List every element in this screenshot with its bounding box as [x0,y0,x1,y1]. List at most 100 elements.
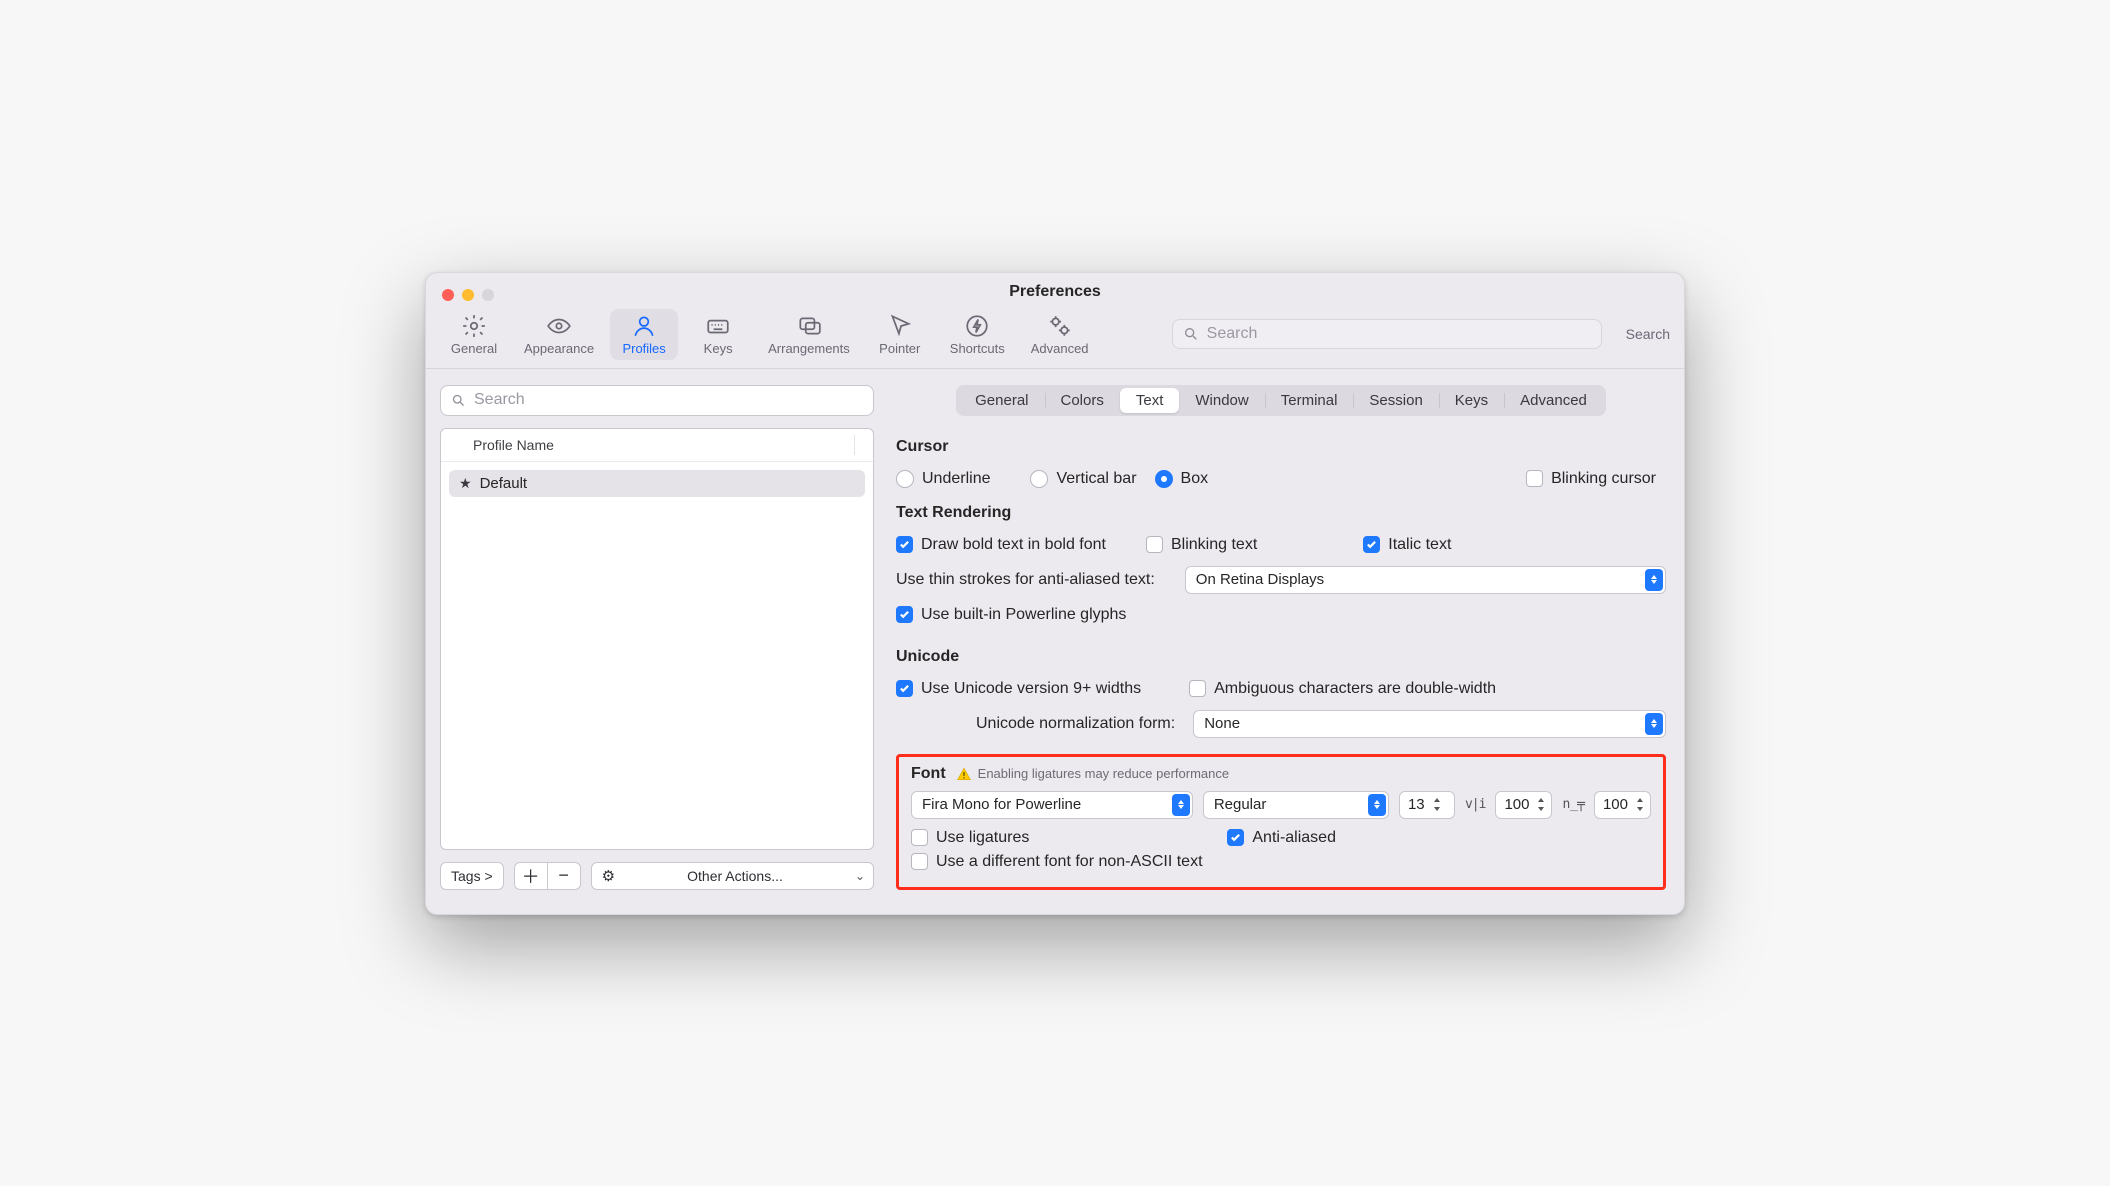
cursor-box-radio[interactable]: Box [1155,470,1209,488]
section-unicode-title: Unicode [896,648,1666,666]
section-rendering-title: Text Rendering [896,504,1666,522]
italic-text-checkbox[interactable]: Italic text [1363,536,1451,554]
radio-label: Vertical bar [1056,470,1136,488]
select-value: Fira Mono for Powerline [922,796,1081,813]
toolbar-search-label: Search [1626,326,1670,342]
bolt-icon [964,315,990,337]
tags-button[interactable]: Tags > [440,862,504,890]
draw-bold-checkbox[interactable]: Draw bold text in bold font [896,536,1106,554]
use-ligatures-checkbox[interactable]: Use ligatures [911,829,1029,847]
toolbar-arrangements[interactable]: Arrangements [758,309,860,360]
checkbox-label: Draw bold text in bold font [921,536,1106,554]
horizontal-spacing-stepper[interactable]: 100 [1495,791,1552,819]
ambiguous-width-checkbox[interactable]: Ambiguous characters are double-width [1189,680,1496,698]
profiles-search-input[interactable]: Search [440,385,874,416]
unicode-v9-checkbox[interactable]: Use Unicode version 9+ widths [896,680,1141,698]
main-area: Search Profile Name ★ Default Tags > ＋ − [426,369,1684,914]
thin-strokes-select[interactable]: On Retina Displays [1185,566,1666,594]
profile-tab-terminal[interactable]: Terminal [1265,388,1354,413]
nonascii-font-checkbox[interactable]: Use a different font for non-ASCII text [911,853,1203,871]
toolbar-label: General [451,341,497,356]
checkbox-label: Blinking cursor [1551,470,1656,488]
hspacing-icon: v|i [1465,797,1485,812]
unicode-norm-label: Unicode normalization form: [976,715,1175,733]
gears-icon [1047,315,1073,337]
cursor-vertical-bar-radio[interactable]: Vertical bar [1030,470,1136,488]
profile-row-default[interactable]: ★ Default [449,470,865,497]
gear-small-icon: ⚙︎ [602,867,615,885]
tags-label: Tags > [451,868,493,884]
other-actions-label: Other Actions... [687,868,783,884]
select-value: None [1204,715,1240,732]
search-placeholder: Search [1207,325,1258,343]
preferences-window: Preferences General Appearance Profiles … [425,272,1685,915]
profiles-actions: Tags > ＋ − ⚙︎ Other Actions... ⌄ [440,862,874,890]
chevron-down-icon: ⌄ [855,869,865,883]
select-value: Regular [1214,796,1267,813]
toolbar-profiles[interactable]: Profiles [610,309,678,360]
profiles-sidebar: Search Profile Name ★ Default Tags > ＋ − [440,385,874,890]
unicode-norm-select[interactable]: None [1193,710,1666,738]
section-font-title: Font [911,765,946,783]
profiles-column-header[interactable]: Profile Name [441,429,873,462]
anti-aliased-checkbox[interactable]: Anti-aliased [1227,829,1336,847]
radio-label: Underline [922,470,990,488]
remove-profile-button[interactable]: − [547,863,580,889]
vspacing-icon: n̲╤ [1562,797,1583,812]
toolbar-label: Pointer [879,341,920,356]
eye-icon [546,315,572,337]
toolbar-label: Arrangements [768,341,850,356]
profile-tabbar: General Colors Text Window Terminal Sess… [956,385,1606,416]
profile-tab-session[interactable]: Session [1353,388,1438,413]
checkbox-label: Italic text [1388,536,1451,554]
warning-icon [956,767,972,781]
minimize-window-button[interactable] [462,289,474,301]
toolbar-advanced[interactable]: Advanced [1021,309,1099,360]
toolbar-pointer[interactable]: Pointer [866,309,934,360]
add-profile-button[interactable]: ＋ [515,863,547,889]
toolbar-label: Appearance [524,341,594,356]
font-size-stepper[interactable]: 13 [1399,791,1455,819]
font-style-select[interactable]: Regular [1203,791,1389,819]
toolbar-label: Keys [704,341,733,356]
toolbar-label: Advanced [1031,341,1089,356]
checkbox-label: Blinking text [1171,536,1257,554]
toolbar-keys[interactable]: Keys [684,309,752,360]
stepper-value: 100 [1504,796,1529,813]
blinking-text-checkbox[interactable]: Blinking text [1146,536,1257,554]
section-cursor-title: Cursor [896,438,1666,456]
profile-tab-advanced[interactable]: Advanced [1504,388,1603,413]
profile-tab-keys[interactable]: Keys [1439,388,1504,413]
vertical-spacing-stepper[interactable]: 100 [1594,791,1651,819]
updown-icon [1368,794,1386,816]
traffic-lights [442,289,494,301]
toolbar-search-input[interactable]: Search [1172,319,1602,349]
toolbar-shortcuts[interactable]: Shortcuts [940,309,1015,360]
profiles-search-placeholder: Search [474,391,525,409]
checkbox-label: Ambiguous characters are double-width [1214,680,1496,698]
toolbar-appearance[interactable]: Appearance [514,309,604,360]
font-section-highlighted: Font Enabling ligatures may reduce perfo… [896,754,1666,890]
powerline-glyphs-checkbox[interactable]: Use built-in Powerline glyphs [896,606,1126,624]
checkbox-label: Use Unicode version 9+ widths [921,680,1141,698]
close-window-button[interactable] [442,289,454,301]
checkbox-label: Use ligatures [936,829,1029,847]
ligature-warning: Enabling ligatures may reduce performanc… [956,766,1229,781]
other-actions-dropdown[interactable]: ⚙︎ Other Actions... ⌄ [591,862,874,890]
toolbar-search-area: Search Search [1172,309,1670,360]
keyboard-icon [705,315,731,337]
zoom-window-button[interactable] [482,289,494,301]
cursor-underline-radio[interactable]: Underline [896,470,990,488]
stepper-value: 13 [1408,796,1425,813]
select-value: On Retina Displays [1196,571,1324,588]
person-icon [631,315,657,337]
profile-tab-colors[interactable]: Colors [1045,388,1120,413]
profile-tab-window[interactable]: Window [1179,388,1264,413]
blinking-cursor-checkbox[interactable]: Blinking cursor [1526,470,1656,488]
toolbar-general[interactable]: General [440,309,508,360]
profile-tab-text[interactable]: Text [1120,388,1180,413]
font-family-select[interactable]: Fira Mono for Powerline [911,791,1193,819]
warning-text: Enabling ligatures may reduce performanc… [978,766,1229,781]
profile-tab-general[interactable]: General [959,388,1044,413]
checkbox-label: Anti-aliased [1252,829,1336,847]
